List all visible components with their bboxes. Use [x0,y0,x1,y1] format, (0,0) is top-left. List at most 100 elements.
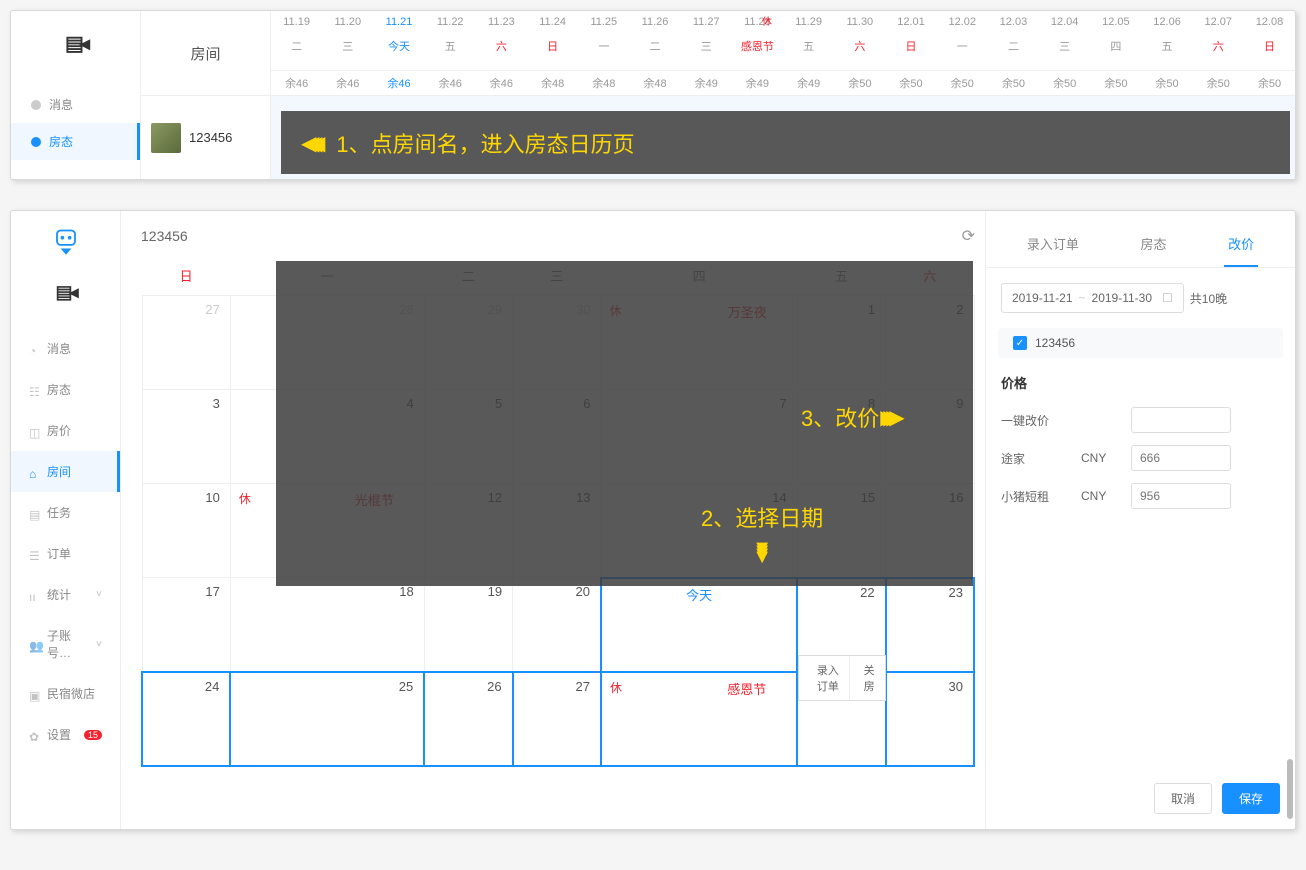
save-button[interactable]: 保存 [1222,783,1280,814]
date-column[interactable]: 11.21今天余46 [373,11,424,95]
sidebar-item-统计[interactable]: ıı统计˅ [11,574,120,615]
date-column[interactable]: 12.08日余50 [1244,11,1295,95]
sidebar-item-消息[interactable]: ◔消息 [11,328,120,369]
date-column[interactable]: 12.04三余50 [1039,11,1090,95]
room-cell[interactable]: 123456 [141,96,271,179]
date-column[interactable]: 12.02一余50 [937,11,988,95]
menu-toggle-icon[interactable]: ▤◂ [65,31,86,56]
date-column[interactable]: 11.22五余46 [425,11,476,95]
calendar-day-cell[interactable]: 13 [513,484,601,578]
range-separator: ~ [1079,291,1086,305]
date-column[interactable]: 12.01日余50 [885,11,936,95]
checkbox-checked-icon[interactable]: ✓ [1013,336,1027,350]
calendar-day-cell[interactable]: 10 [142,484,230,578]
tab-price[interactable]: 改价 [1224,226,1258,267]
calendar-day-cell[interactable]: 4 [230,390,424,484]
calendar-day-cell[interactable]: 17 [142,578,230,672]
calendar-day-cell[interactable]: 27 [142,296,230,390]
calendar-day-cell[interactable]: 休感恩节 [601,672,797,766]
calendar-day-cell[interactable]: 7 [601,390,797,484]
popup-order-button[interactable]: 录入订单 [799,656,850,700]
nav-icon: ☷ [29,385,39,395]
calendar-day-cell[interactable]: 9 [886,390,974,484]
date-column[interactable]: 12.05四余50 [1090,11,1141,95]
calendar-day-cell[interactable]: 25 [230,672,424,766]
sidebar-item-子账号…[interactable]: 👥子账号…˅ [11,615,120,673]
sidebar-item-房态[interactable]: ☷房态 [11,369,120,410]
room-check-row[interactable]: ✓ 123456 [998,328,1283,358]
calendar-day-cell[interactable]: 休光棍节 [230,484,424,578]
price-label: 一键改价 [1001,412,1081,429]
menu-toggle-icon[interactable]: ▤◂ [55,282,75,303]
calendar-day-cell[interactable]: 30 [886,672,974,766]
sidebar-item-设置[interactable]: ✿设置15 [11,714,120,755]
date-column[interactable]: 11.24日余48 [527,11,578,95]
top-panel: ▤◂ 消息 房态 房间 11.19二余4611.20三余4611.21今天余46… [10,10,1296,180]
date-column[interactable]: 12.06五余50 [1141,11,1192,95]
calendar-day-cell[interactable]: 1 [797,296,885,390]
date-column[interactable]: 11.27三余49 [681,11,732,95]
weekday-header: 六 [886,256,974,296]
date-column[interactable]: 11.20三余46 [322,11,373,95]
calendar-day-cell[interactable]: 27 [513,672,601,766]
sidebar-item-民宿微店[interactable]: ▣民宿微店 [11,673,120,714]
sidebar-item-房间[interactable]: ⌂房间 [11,451,120,492]
date-column[interactable]: 11.29五余49 [783,11,834,95]
date-column[interactable]: 12.07六余50 [1193,11,1244,95]
date-column[interactable]: 12.03二余50 [988,11,1039,95]
calendar-day-cell[interactable]: 休万圣夜 [601,296,797,390]
sidebar-item-订单[interactable]: ☰订单 [11,533,120,574]
sidebar-item-房价[interactable]: ◫房价 [11,410,120,451]
price-input[interactable] [1131,483,1231,509]
sidebar-item-任务[interactable]: ▤任务 [11,492,120,533]
nav-label: 设置 [47,726,71,743]
calendar-day-cell[interactable]: 15 [797,484,885,578]
calendar-day-cell[interactable]: 5 [424,390,512,484]
refresh-icon[interactable]: ⟳ [962,226,975,246]
calendar-day-cell[interactable]: 28 [230,296,424,390]
room-thumbnail [151,123,181,153]
calendar-day-cell[interactable]: 12 [424,484,512,578]
calendar-day-cell[interactable]: 26 [424,672,512,766]
calendar-day-cell[interactable]: 3 [142,390,230,484]
calendar-week-row: 27282930休万圣夜12 [142,296,974,390]
calendar-day-cell[interactable]: 2 [886,296,974,390]
calendar-day-cell[interactable]: 20 [513,578,601,672]
date-column[interactable]: 11.30六余50 [834,11,885,95]
timeline-header: 房间 11.19二余4611.20三余4611.21今天余4611.22五余46… [141,11,1295,96]
price-label: 途家 [1001,450,1081,467]
date-column[interactable]: 11.26二余48 [629,11,680,95]
calendar-day-cell[interactable]: 30 [513,296,601,390]
calendar-day-cell[interactable]: 23 [886,578,974,672]
calendar-day-cell[interactable]: 24 [142,672,230,766]
tab-status[interactable]: 房态 [1136,226,1170,267]
app-logo[interactable] [48,226,84,262]
scrollbar-thumb[interactable] [1287,759,1293,819]
date-column[interactable]: 11.19二余46 [271,11,322,95]
date-range-picker[interactable]: 2019-11-21 ~ 2019-11-30 ☐ [1001,283,1184,313]
calendar-day-cell[interactable]: 16 [886,484,974,578]
calendar-day-cell[interactable]: 14 [601,484,797,578]
price-input[interactable] [1131,445,1231,471]
calendar-day-cell[interactable]: 29 [424,296,512,390]
nights-count: 共10晚 [1190,290,1227,307]
popup-close-button[interactable]: 关房 [850,656,885,700]
calendar-week-row: 10休光棍节1213141516 [142,484,974,578]
calendar-day-cell[interactable]: 6 [513,390,601,484]
calendar-day-cell[interactable]: 8 [797,390,885,484]
calendar-day-cell[interactable]: 22录入订单关房 [797,578,885,672]
date-column[interactable]: 休11.28感恩节余49 [732,11,783,95]
calendar-day-cell[interactable]: 19 [424,578,512,672]
price-input[interactable] [1131,407,1231,433]
nav-room-status[interactable]: 房态 [11,123,140,160]
cancel-button[interactable]: 取消 [1154,783,1212,814]
calendar-day-cell[interactable]: 18 [230,578,424,672]
calendar-day-cell[interactable]: 今天 [601,578,797,672]
tab-order[interactable]: 录入订单 [1023,226,1083,267]
date-column[interactable]: 11.25一余48 [578,11,629,95]
price-section: 价格 一键改价途家CNY小猪短租CNY [986,358,1295,536]
price-section-title: 价格 [1001,373,1280,392]
nav-messages[interactable]: 消息 [11,86,140,123]
nav-label: 任务 [47,504,71,521]
date-column[interactable]: 11.23六余46 [476,11,527,95]
